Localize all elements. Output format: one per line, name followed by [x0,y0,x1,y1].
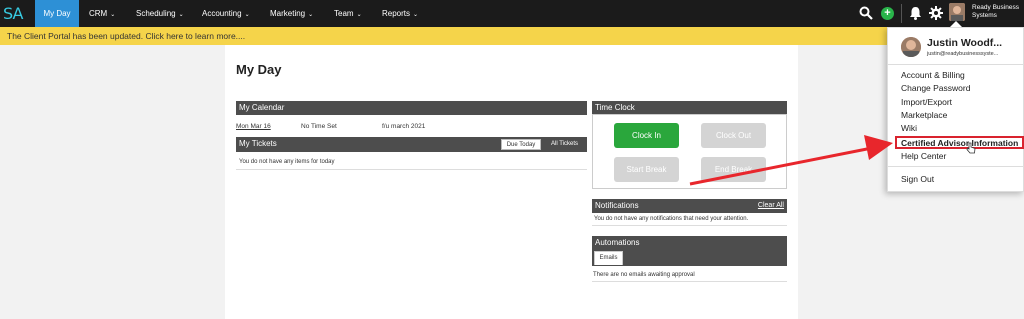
dropdown-divider [888,166,1023,167]
search-icon[interactable] [859,6,873,20]
user-name: Justin Woodf... [927,37,1003,49]
automations-header-label: Automations [595,238,640,247]
notifications-empty-text: You do not have any notifications that n… [594,216,749,222]
chevron-down-icon: ⌄ [308,12,314,18]
chevron-down-icon: ⌄ [356,12,362,18]
client-portal-banner[interactable]: The Client Portal has been updated. Clic… [0,27,1024,45]
nav-crm[interactable]: CRM ⌄ [81,0,123,27]
notifications-divider [592,225,787,226]
notifications-header: Notifications Clear All [592,199,787,213]
menu-help-center[interactable]: Help Center [901,151,946,161]
tab-emails[interactable]: Emails [594,251,623,265]
nav-accounting[interactable]: Accounting ⌄ [194,0,258,27]
business-name: Ready Business Systems [972,4,1019,19]
calendar-date-link[interactable]: Mon Mar 16 [236,123,271,130]
dropdown-notch [950,21,962,27]
menu-wiki[interactable]: Wiki [901,123,917,133]
calendar-time: No Time Set [301,123,337,130]
end-break-button[interactable]: End Break [701,157,766,182]
nav-crm-label: CRM [89,9,108,18]
gear-icon[interactable] [929,6,943,20]
nav-my-day-label: My Day [43,9,71,18]
chevron-down-icon: ⌄ [244,12,250,18]
clear-all-link[interactable]: Clear All [758,199,784,213]
tickets-empty-text: You do not have any items for today [239,159,335,165]
nav-scheduling-label: Scheduling [136,9,176,18]
clock-out-button[interactable]: Clock Out [701,123,766,148]
user-avatar-image [901,37,921,57]
nav-accounting-label: Accounting [202,9,242,18]
automations-divider [592,281,787,282]
timeclock-header-label: Time Clock [595,103,635,112]
timeclock-header: Time Clock [592,101,787,115]
calendar-header: My Calendar [236,101,587,115]
page-title: My Day [236,62,282,77]
menu-sign-out[interactable]: Sign Out [901,174,934,184]
nav-my-day[interactable]: My Day [35,0,79,27]
nav-marketing[interactable]: Marketing ⌄ [262,0,321,27]
nav-team-label: Team [334,9,354,18]
nav-divider [901,4,902,23]
add-icon[interactable]: + [881,7,894,20]
dropdown-divider [888,64,1023,65]
user-email: justin@readybusinesssyste... [927,51,999,57]
notifications-header-label: Notifications [595,201,639,210]
top-nav: SA My Day CRM ⌄ Scheduling ⌄ Accounting ⌄ M… [0,0,1024,27]
app-logo[interactable]: SA [3,4,23,23]
chevron-down-icon: ⌄ [110,12,116,18]
start-break-button[interactable]: Start Break [614,157,679,182]
nav-team[interactable]: Team ⌄ [326,0,370,27]
automations-empty-text: There are no emails awaiting approval [593,272,695,278]
menu-change-password[interactable]: Change Password [901,83,970,93]
tab-due-today[interactable]: Due Today [501,139,541,150]
bell-icon[interactable] [909,6,922,20]
user-avatar [901,37,921,57]
hand-cursor-icon [966,142,976,154]
nav-reports[interactable]: Reports ⌄ [374,0,426,27]
nav-marketing-label: Marketing [270,9,306,18]
clock-in-button[interactable]: Clock In [614,123,679,148]
tickets-header-label: My Tickets [239,139,277,148]
highlight-box [895,136,1024,149]
menu-import-export[interactable]: Import/Export [901,97,952,107]
tab-all-tickets[interactable]: All Tickets [547,139,582,150]
chevron-down-icon: ⌄ [413,12,419,18]
calendar-header-label: My Calendar [239,103,285,112]
avatar[interactable] [949,3,965,21]
tickets-divider [236,169,587,170]
calendar-note: f/u march 2021 [382,123,426,130]
nav-reports-label: Reports [382,9,411,18]
menu-account-billing[interactable]: Account & Billing [901,70,965,80]
avatar-image [949,3,965,21]
banner-text[interactable]: The Client Portal has been updated. Clic… [7,31,245,41]
chevron-down-icon: ⌄ [178,12,184,18]
menu-marketplace[interactable]: Marketplace [901,110,947,120]
nav-scheduling[interactable]: Scheduling ⌄ [128,0,192,27]
